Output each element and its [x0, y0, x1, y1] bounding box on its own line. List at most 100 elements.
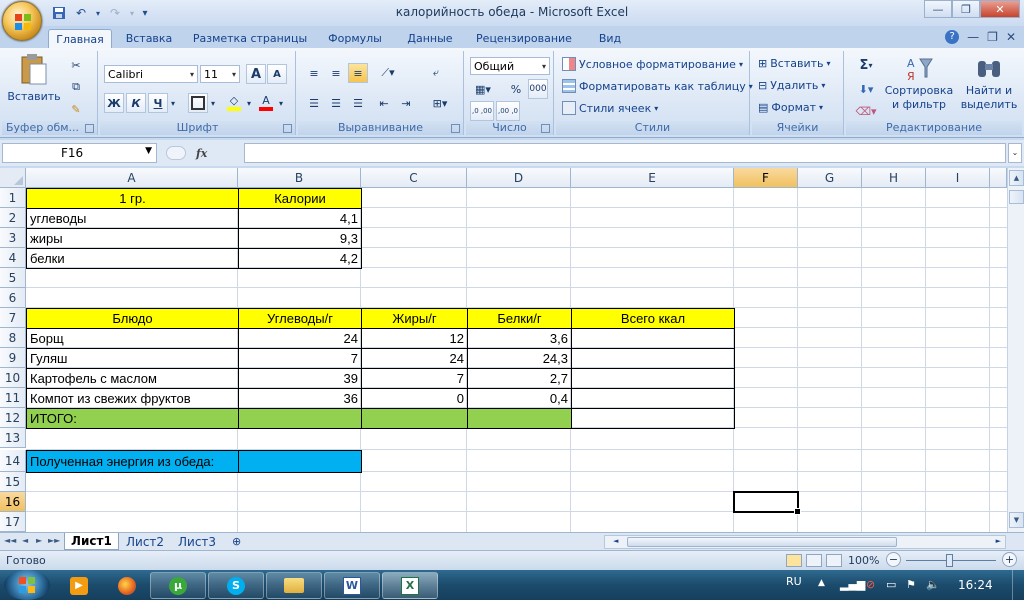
cell-d7[interactable]: Белки/г [467, 308, 572, 329]
row-header-13[interactable]: 13 [0, 428, 26, 448]
tab-data[interactable]: Данные [400, 29, 460, 48]
cell-d9[interactable]: 24,3 [467, 348, 572, 369]
cell-c9[interactable]: 24 [361, 348, 468, 369]
select-all-button[interactable] [0, 168, 26, 188]
sheet-tab-3[interactable]: Лист3 [172, 533, 222, 550]
cancel-formula-icon[interactable] [166, 146, 186, 160]
cell-a2[interactable]: углеводы [26, 208, 239, 229]
row-header-1[interactable]: 1 [0, 188, 26, 208]
first-sheet-icon[interactable]: ◄◄ [4, 536, 16, 545]
page-layout-view-icon[interactable] [806, 554, 822, 567]
row-header-7[interactable]: 7 [0, 308, 26, 328]
zoom-slider-thumb[interactable] [946, 554, 953, 567]
row-header-17[interactable]: 17 [0, 512, 26, 532]
normal-view-icon[interactable] [786, 554, 802, 567]
tab-review[interactable]: Рецензирование [470, 29, 578, 48]
conditional-formatting-button[interactable]: Условное форматирование ▾ [562, 57, 743, 71]
bold-button[interactable]: Ж [104, 93, 124, 113]
prev-sheet-icon[interactable]: ◄ [22, 536, 28, 545]
percent-button[interactable]: % [506, 79, 526, 99]
cell-b9[interactable]: 7 [238, 348, 362, 369]
align-left-icon[interactable]: ☰ [304, 93, 324, 113]
cell-a9[interactable]: Гуляш [26, 348, 239, 369]
name-box[interactable]: F16 ▼ [2, 143, 157, 163]
cell-e11[interactable] [571, 388, 735, 409]
sort-filter-button[interactable]: AЯ Сортировка и фильтр [884, 55, 954, 111]
insert-cells-button[interactable]: ⊞ Вставить ▾ [758, 57, 831, 70]
paste-button[interactable]: Вставить [7, 53, 61, 103]
increase-decimal-button[interactable]: ,0 ,00 [470, 101, 494, 121]
zoom-out-button[interactable]: − [886, 552, 901, 567]
cell-e9[interactable] [571, 348, 735, 369]
cell-d10[interactable]: 2,7 [467, 368, 572, 389]
scroll-up-icon[interactable]: ▲ [1009, 170, 1024, 186]
restore-button[interactable]: ❐ [952, 0, 980, 18]
horizontal-scrollbar[interactable]: ◄ ► [604, 535, 1006, 549]
zoom-level[interactable]: 100% [848, 554, 879, 567]
zoom-in-button[interactable]: + [1002, 552, 1017, 567]
align-bottom-icon[interactable]: ≡ [348, 63, 368, 83]
show-desktop-button[interactable] [1012, 570, 1024, 600]
orientation-icon[interactable]: ⟋▾ [374, 63, 402, 83]
row-header-9[interactable]: 9 [0, 348, 26, 368]
flag-icon[interactable]: ⚑ [906, 578, 916, 591]
row-header-14[interactable]: 14 [0, 450, 26, 472]
scroll-left-icon[interactable]: ◄ [613, 537, 618, 545]
cell-c11[interactable]: 0 [361, 388, 468, 409]
font-name-box[interactable]: Calibri ▾ [104, 65, 198, 83]
row-header-15[interactable]: 15 [0, 472, 26, 492]
clear-icon[interactable]: ⌫▾ [852, 101, 880, 121]
column-header-a[interactable]: A [26, 168, 238, 188]
vertical-scrollbar[interactable]: ▲ ▼ [1007, 168, 1024, 532]
align-middle-icon[interactable]: ≡ [326, 63, 346, 83]
taskbar-skype[interactable]: S [208, 572, 264, 599]
font-color-icon[interactable]: A [256, 93, 276, 113]
clipboard-launcher-icon[interactable] [85, 124, 94, 133]
row-header-4[interactable]: 4 [0, 248, 26, 268]
autosum-button[interactable]: Σ ▾ [852, 55, 880, 75]
column-header-i[interactable]: I [926, 168, 990, 188]
row-header-12[interactable]: 12 [0, 408, 26, 428]
scroll-thumb[interactable] [1009, 190, 1024, 204]
row-header-11[interactable]: 11 [0, 388, 26, 408]
italic-button[interactable]: К [126, 93, 146, 113]
cell-b14[interactable] [238, 450, 362, 473]
align-center-icon[interactable]: ☰ [326, 93, 346, 113]
font-color-dropdown-icon[interactable]: ▾ [276, 93, 286, 113]
no-network-icon[interactable]: ⊘ [866, 578, 875, 591]
column-header-c[interactable]: C [361, 168, 467, 188]
sheet-tab-2[interactable]: Лист2 [120, 533, 170, 550]
cell-a7[interactable]: Блюдо [26, 308, 239, 329]
taskbar-word[interactable]: W [324, 572, 380, 599]
cell-c8[interactable]: 12 [361, 328, 468, 349]
fill-color-icon[interactable]: ◇ [224, 93, 244, 113]
column-header-e[interactable]: E [571, 168, 734, 188]
format-cells-button[interactable]: ▤ Формат ▾ [758, 101, 823, 114]
office-button[interactable] [2, 1, 42, 41]
wrap-text-icon[interactable]: ⤶ [426, 63, 446, 83]
taskbar-media-player[interactable]: ▶ [64, 572, 94, 599]
volume-icon[interactable]: 🔈 [926, 578, 940, 591]
cell-e12[interactable] [571, 408, 735, 429]
cell-styles-button[interactable]: Стили ячеек ▾ [562, 101, 658, 115]
fill-icon[interactable]: ⬇▾ [852, 79, 880, 99]
ribbon-close-button[interactable]: ✕ [1006, 30, 1016, 44]
row-header-3[interactable]: 3 [0, 228, 26, 248]
taskbar-firefox[interactable] [112, 572, 142, 599]
cell-a3[interactable]: жиры [26, 228, 239, 249]
cell-b3[interactable]: 9,3 [238, 228, 362, 249]
font-size-box[interactable]: 11 ▾ [200, 65, 240, 83]
increase-indent-icon[interactable]: ⇥ [396, 93, 416, 113]
underline-button[interactable]: Ч [148, 93, 168, 113]
tab-home[interactable]: Главная [48, 29, 112, 48]
cell-b11[interactable]: 36 [238, 388, 362, 409]
last-sheet-icon[interactable]: ►► [48, 536, 60, 545]
cell-b8[interactable]: 24 [238, 328, 362, 349]
copy-icon[interactable]: ⧉ [66, 77, 86, 97]
align-top-icon[interactable]: ≡ [304, 63, 324, 83]
tab-page-layout[interactable]: Разметка страницы [190, 29, 310, 48]
taskbar-excel[interactable]: X [382, 572, 438, 599]
language-indicator[interactable]: RU [786, 575, 802, 588]
shrink-font-button[interactable]: A [267, 64, 287, 84]
underline-dropdown-icon[interactable]: ▾ [168, 93, 178, 113]
